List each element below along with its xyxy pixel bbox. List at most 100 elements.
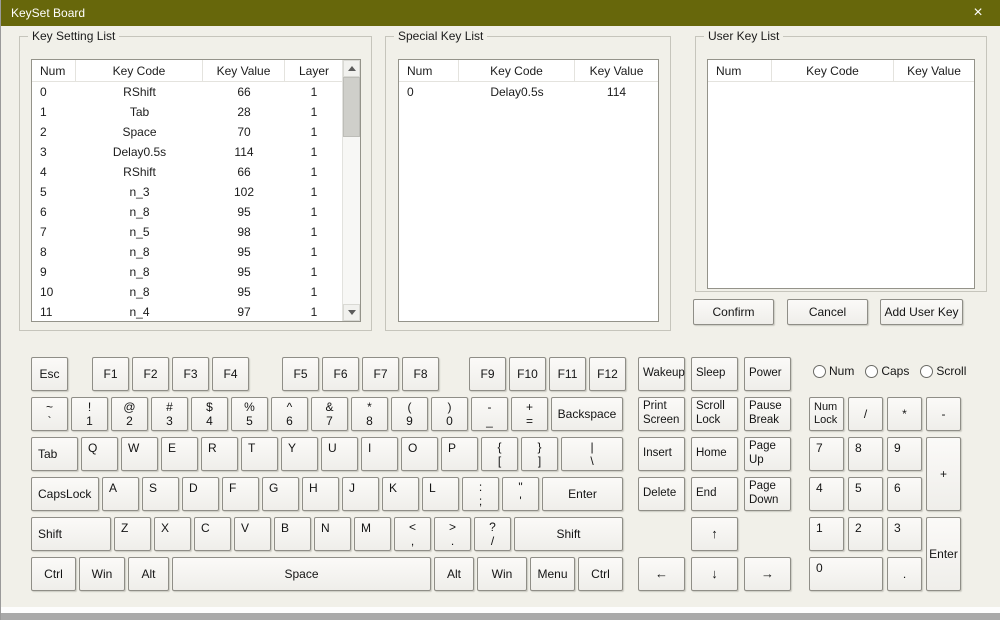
num-lock-indicator[interactable]: Num bbox=[813, 364, 854, 378]
key-l[interactable]: L bbox=[422, 477, 459, 511]
key-t[interactable]: T bbox=[241, 437, 278, 471]
key-3[interactable]: # 3 bbox=[151, 397, 188, 431]
key-o[interactable]: O bbox=[401, 437, 438, 471]
key-np-8[interactable]: 8 bbox=[848, 437, 883, 471]
add-user-key-button[interactable]: Add User Key bbox=[880, 299, 963, 325]
close-button[interactable]: × bbox=[965, 0, 991, 26]
key-enter[interactable]: Enter bbox=[542, 477, 623, 511]
key-f4[interactable]: F4 bbox=[212, 357, 249, 391]
key-print-screen[interactable]: Print Screen bbox=[638, 397, 685, 431]
confirm-button[interactable]: Confirm bbox=[693, 299, 774, 325]
key-period[interactable]: > . bbox=[434, 517, 471, 551]
key-capslock[interactable]: CapsLock bbox=[31, 477, 99, 511]
key-f10[interactable]: F10 bbox=[509, 357, 546, 391]
key-comma[interactable]: < , bbox=[394, 517, 431, 551]
key-n[interactable]: N bbox=[314, 517, 351, 551]
table-row[interactable]: 4 RShift 66 1 bbox=[32, 162, 342, 182]
key-m[interactable]: M bbox=[354, 517, 391, 551]
column-header-key-code[interactable]: Key Code bbox=[76, 60, 203, 81]
key-np-2[interactable]: 2 bbox=[848, 517, 883, 551]
key-1[interactable]: ! 1 bbox=[71, 397, 108, 431]
key-menu[interactable]: Menu bbox=[530, 557, 575, 591]
key-semicolon[interactable]: : ; bbox=[462, 477, 499, 511]
key-setting-table[interactable]: Num Key Code Key Value Layer 0 RShift 66 1 1 Tab… bbox=[31, 59, 361, 322]
key-i[interactable]: I bbox=[361, 437, 398, 471]
key-q[interactable]: Q bbox=[81, 437, 118, 471]
key-arrow-up[interactable]: ↑ bbox=[691, 517, 738, 551]
key-shift-left[interactable]: Shift bbox=[31, 517, 111, 551]
column-header-num[interactable]: Num bbox=[708, 60, 772, 81]
key-np-enter[interactable]: Enter bbox=[926, 517, 961, 591]
key-np-1[interactable]: 1 bbox=[809, 517, 844, 551]
key-w[interactable]: W bbox=[121, 437, 158, 471]
key-np-6[interactable]: 6 bbox=[887, 477, 922, 511]
key-0[interactable]: ) 0 bbox=[431, 397, 468, 431]
key-f[interactable]: F bbox=[222, 477, 259, 511]
key-z[interactable]: Z bbox=[114, 517, 151, 551]
key-y[interactable]: Y bbox=[281, 437, 318, 471]
table-row[interactable]: 0 Delay0.5s 114 bbox=[399, 82, 658, 102]
column-header-key-value[interactable]: Key Value bbox=[894, 60, 974, 81]
table-row[interactable]: 6 n_8 95 1 bbox=[32, 202, 342, 222]
column-header-key-code[interactable]: Key Code bbox=[459, 60, 575, 81]
key-left-bracket[interactable]: { [ bbox=[481, 437, 518, 471]
key-h[interactable]: H bbox=[302, 477, 339, 511]
key-a[interactable]: A bbox=[102, 477, 139, 511]
key-f5[interactable]: F5 bbox=[282, 357, 319, 391]
key-num-lock[interactable]: Num Lock bbox=[809, 397, 844, 431]
key-slash[interactable]: ? / bbox=[474, 517, 511, 551]
key-b[interactable]: B bbox=[274, 517, 311, 551]
key-equal[interactable]: + = bbox=[511, 397, 548, 431]
key-alt-left[interactable]: Alt bbox=[128, 557, 169, 591]
key-np-4[interactable]: 4 bbox=[809, 477, 844, 511]
key-sleep[interactable]: Sleep bbox=[691, 357, 738, 391]
key-backspace[interactable]: Backspace bbox=[551, 397, 623, 431]
table-row[interactable]: 11 n_4 97 1 bbox=[32, 302, 342, 321]
table-row[interactable]: 8 n_8 95 1 bbox=[32, 242, 342, 262]
key-power[interactable]: Power bbox=[744, 357, 791, 391]
special-key-table[interactable]: Num Key Code Key Value 0 Delay0.5s 114 bbox=[398, 59, 659, 322]
key-f7[interactable]: F7 bbox=[362, 357, 399, 391]
key-pause-break[interactable]: Pause Break bbox=[744, 397, 791, 431]
key-f8[interactable]: F8 bbox=[402, 357, 439, 391]
title-bar[interactable]: KeySet Board × bbox=[1, 0, 1000, 26]
key-np-decimal[interactable]: . bbox=[887, 557, 922, 591]
key-arrow-left[interactable]: ← bbox=[638, 557, 685, 591]
key-f2[interactable]: F2 bbox=[132, 357, 169, 391]
user-key-table[interactable]: Num Key Code Key Value bbox=[707, 59, 975, 289]
column-header-key-code[interactable]: Key Code bbox=[772, 60, 894, 81]
table-row[interactable]: 9 n_8 95 1 bbox=[32, 262, 342, 282]
key-space[interactable]: Space bbox=[172, 557, 431, 591]
key-scroll-lock[interactable]: Scroll Lock bbox=[691, 397, 738, 431]
key-s[interactable]: S bbox=[142, 477, 179, 511]
key-home[interactable]: Home bbox=[691, 437, 738, 471]
key-f12[interactable]: F12 bbox=[589, 357, 626, 391]
key-win-left[interactable]: Win bbox=[79, 557, 125, 591]
cancel-button[interactable]: Cancel bbox=[787, 299, 868, 325]
scrollbar-track[interactable] bbox=[343, 77, 360, 304]
table-row[interactable]: 3 Delay0.5s 114 1 bbox=[32, 142, 342, 162]
key-win-right[interactable]: Win bbox=[477, 557, 527, 591]
key-ctrl-right[interactable]: Ctrl bbox=[578, 557, 623, 591]
key-8[interactable]: * 8 bbox=[351, 397, 388, 431]
column-header-num[interactable]: Num bbox=[399, 60, 459, 81]
key-f6[interactable]: F6 bbox=[322, 357, 359, 391]
key-apostrophe[interactable]: " ' bbox=[502, 477, 539, 511]
scrollbar-thumb[interactable] bbox=[343, 77, 360, 137]
column-header-num[interactable]: Num bbox=[32, 60, 76, 81]
key-right-bracket[interactable]: } ] bbox=[521, 437, 558, 471]
key-7[interactable]: & 7 bbox=[311, 397, 348, 431]
scroll-up-button[interactable] bbox=[343, 60, 360, 77]
key-backslash[interactable]: | \ bbox=[561, 437, 623, 471]
key-alt-right[interactable]: Alt bbox=[434, 557, 474, 591]
key-p[interactable]: P bbox=[441, 437, 478, 471]
table-row[interactable]: 10 n_8 95 1 bbox=[32, 282, 342, 302]
key-r[interactable]: R bbox=[201, 437, 238, 471]
key-x[interactable]: X bbox=[154, 517, 191, 551]
key-np-3[interactable]: 3 bbox=[887, 517, 922, 551]
key-6[interactable]: ^ 6 bbox=[271, 397, 308, 431]
key-u[interactable]: U bbox=[321, 437, 358, 471]
key-np-5[interactable]: 5 bbox=[848, 477, 883, 511]
key-np-subtract[interactable]: - bbox=[926, 397, 961, 431]
scroll-lock-indicator[interactable]: Scroll bbox=[920, 364, 966, 378]
